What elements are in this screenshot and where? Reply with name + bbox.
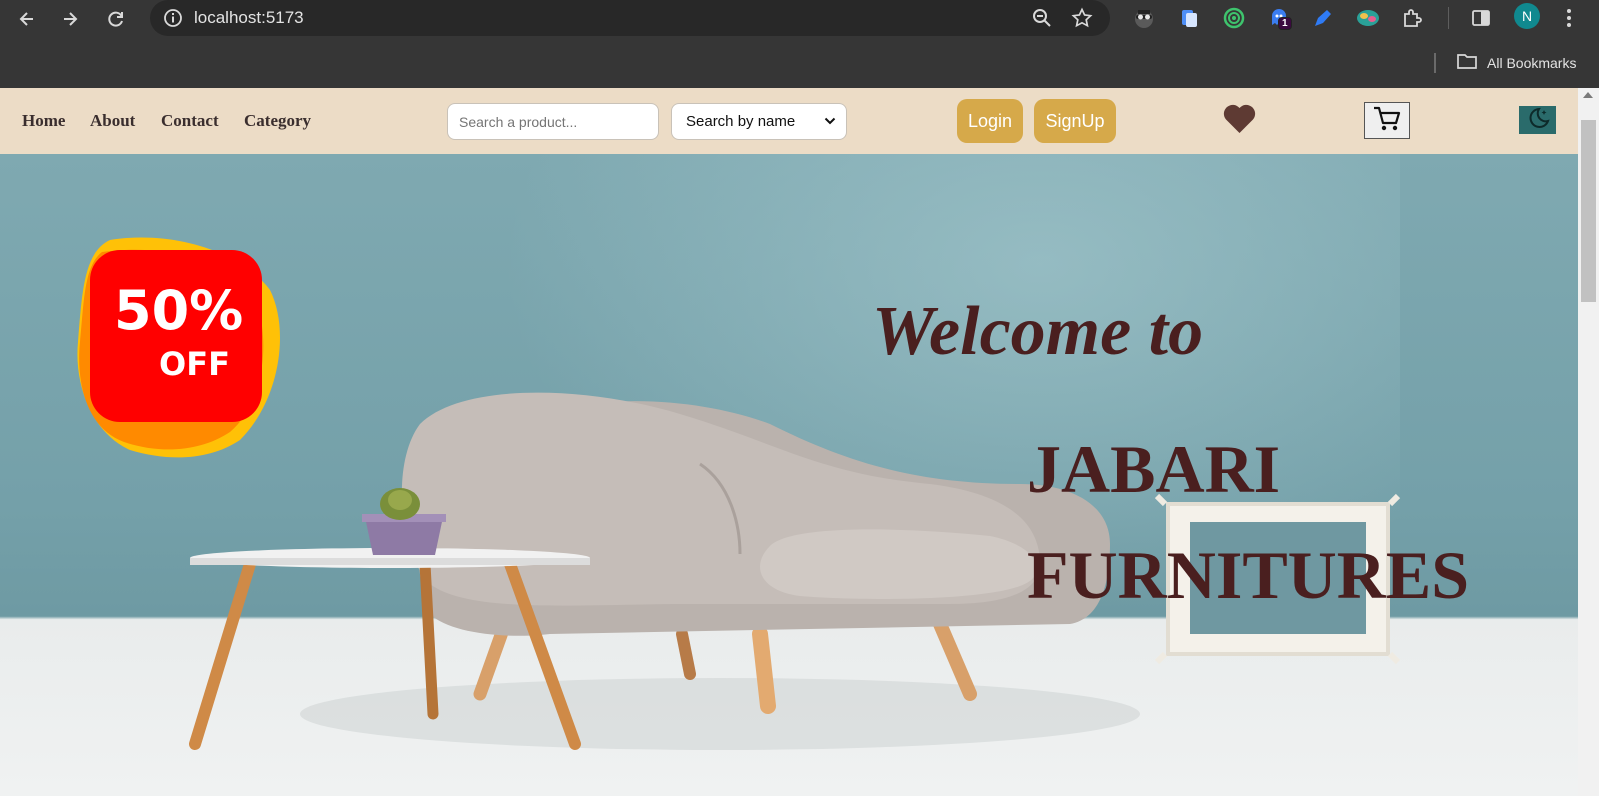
bookmark-divider — [1434, 53, 1436, 73]
nav-link-about[interactable]: About — [90, 111, 135, 131]
dark-mode-toggle[interactable] — [1519, 106, 1556, 134]
site-info-icon[interactable] — [162, 7, 184, 34]
chevron-down-icon — [824, 113, 836, 130]
sale-badge: 50% OFF — [74, 232, 284, 460]
side-panel-icon[interactable] — [1468, 5, 1494, 31]
welcome-heading: Welcome to — [872, 293, 1204, 370]
back-icon[interactable] — [12, 4, 42, 34]
moon-stars-icon — [1525, 106, 1551, 135]
scrollbar-thumb[interactable] — [1581, 120, 1596, 302]
wishlist-heart-icon[interactable] — [1223, 104, 1256, 139]
nav-link-contact[interactable]: Contact — [161, 111, 219, 131]
all-bookmarks-button[interactable]: All Bookmarks — [1456, 52, 1576, 73]
search-mode-value: Search by name — [686, 113, 796, 130]
all-bookmarks-label: All Bookmarks — [1487, 54, 1577, 71]
cart-button[interactable] — [1364, 102, 1410, 139]
site-navbar: Home About Contact Category Search by na… — [0, 88, 1578, 154]
brand-name-line2: FURNITURES — [1027, 537, 1470, 613]
toolbar-divider — [1448, 7, 1449, 29]
profile-avatar[interactable]: N — [1514, 3, 1540, 29]
extension-docs-icon[interactable] — [1176, 5, 1202, 31]
folder-icon — [1456, 52, 1478, 73]
forward-icon[interactable] — [55, 4, 85, 34]
zoom-icon[interactable] — [1030, 6, 1054, 30]
bookmark-star-icon[interactable] — [1070, 6, 1094, 30]
brand-name-line1: JABARI — [1027, 431, 1281, 507]
browser-menu-icon[interactable] — [1556, 5, 1582, 31]
scroll-up-arrow-icon[interactable] — [1583, 92, 1593, 98]
search-mode-select[interactable]: Search by name — [671, 103, 847, 140]
nav-link-home[interactable]: Home — [22, 111, 65, 131]
address-bar[interactable]: localhost:5173 — [150, 0, 1110, 36]
reload-icon[interactable] — [101, 4, 131, 34]
product-search-input[interactable] — [447, 103, 659, 140]
cart-icon — [1372, 104, 1402, 137]
sale-percent: 50% — [114, 279, 244, 342]
extensions-puzzle-icon[interactable] — [1399, 5, 1425, 31]
hero-banner: 50% OFF Welcome to JABARI FURNITURES — [0, 154, 1578, 796]
signup-button[interactable]: SignUp — [1034, 99, 1116, 143]
extension-target-icon[interactable] — [1221, 5, 1247, 31]
browser-toolbar: localhost:5173 1 N All Bookmarks — [0, 0, 1599, 88]
sale-off-label: OFF — [159, 345, 230, 383]
extension-pen-icon[interactable] — [1310, 5, 1336, 31]
extension-badge: 1 — [1278, 17, 1292, 30]
extension-ghost-icon[interactable]: 1 — [1266, 5, 1292, 31]
login-button[interactable]: Login — [957, 99, 1023, 143]
nav-link-category[interactable]: Category — [244, 111, 311, 131]
extension-spy-icon[interactable] — [1131, 5, 1157, 31]
url-text[interactable]: localhost:5173 — [194, 8, 304, 28]
extension-color-icon[interactable] — [1355, 5, 1381, 31]
